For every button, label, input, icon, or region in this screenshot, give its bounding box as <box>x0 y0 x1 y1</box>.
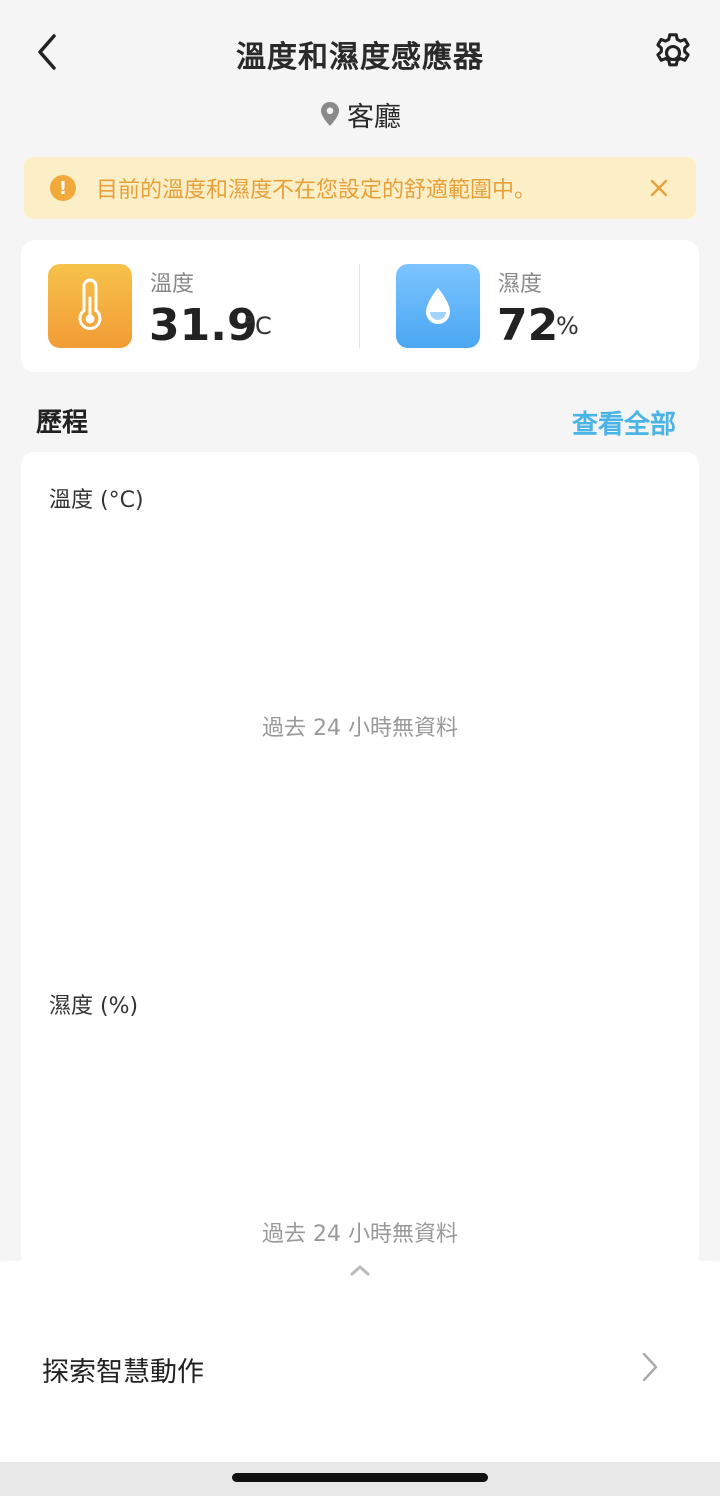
thermometer-icon <box>78 278 102 330</box>
humidity-label: 濕度 <box>498 272 543 297</box>
temperature-tile <box>48 264 132 348</box>
settings-button[interactable] <box>650 30 696 76</box>
chevron-up-icon <box>350 1265 370 1276</box>
location-name: 客廳 <box>347 101 401 133</box>
page-title: 溫度和濕度感應器 <box>236 40 484 75</box>
temperature-label: 溫度 <box>150 272 195 297</box>
alert-message: 目前的溫度和濕度不在您設定的舒適範圍中。 <box>96 178 537 203</box>
temperature-chart-empty: 過去 24 小時無資料 <box>262 716 458 741</box>
temperature-unit: °C <box>243 312 272 340</box>
sheet-handle[interactable] <box>346 1262 374 1278</box>
close-icon <box>650 179 668 197</box>
header: 溫度和濕度感應器 <box>0 0 720 100</box>
readings-divider <box>359 264 360 348</box>
home-indicator[interactable] <box>232 1473 488 1482</box>
humidity-chart-label: 濕度 (%) <box>49 994 139 1019</box>
warning-icon: ! <box>50 175 76 201</box>
explore-smart-actions-label: 探索智慧動作 <box>42 1357 204 1388</box>
view-all-link[interactable]: 查看全部 <box>572 404 676 441</box>
readings-card: 溫度 31.9 °C 濕度 72 % <box>21 240 699 372</box>
temperature-chart-label: 溫度 (°C) <box>49 488 144 513</box>
alert-close-button[interactable] <box>644 173 674 203</box>
explore-smart-actions-row[interactable]: 探索智慧動作 <box>0 1330 720 1402</box>
humidity-tile <box>396 264 480 348</box>
location: 客廳 <box>0 96 720 133</box>
history-card: 溫度 (°C) 過去 24 小時無資料 濕度 (%) 過去 24 小時無資料 <box>21 452 699 1282</box>
gear-icon <box>656 33 690 67</box>
location-pin-icon <box>321 102 339 126</box>
alert-banner: ! 目前的溫度和濕度不在您設定的舒適範圍中。 <box>24 157 696 219</box>
history-title: 歷程 <box>36 408 89 438</box>
temperature-value: 31.9 <box>149 300 258 351</box>
humidity-value: 72 <box>497 300 559 351</box>
humidity-unit: % <box>556 312 579 340</box>
water-drop-icon <box>426 288 450 324</box>
chevron-right-icon <box>642 1352 658 1382</box>
